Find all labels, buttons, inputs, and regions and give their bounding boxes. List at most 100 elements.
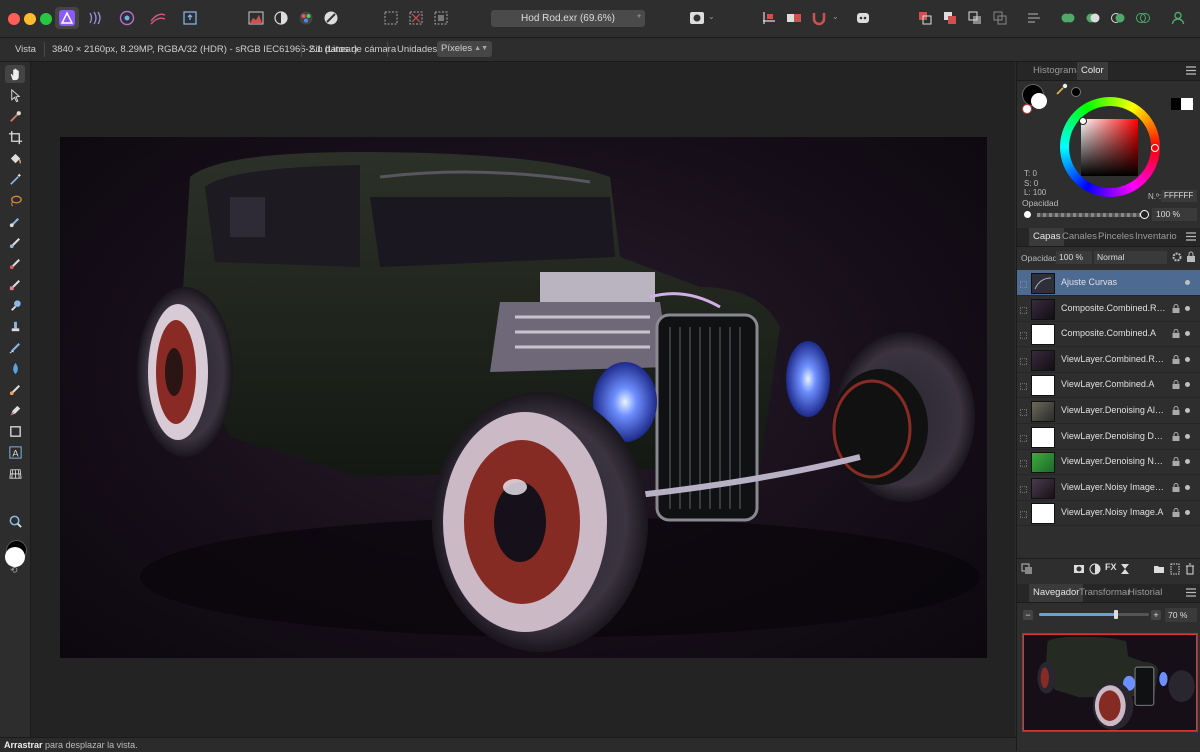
delete-layer-trash-icon[interactable] <box>1185 563 1195 575</box>
layer-lock-icon[interactable] <box>1172 406 1180 415</box>
layer-lock-icon[interactable] <box>1172 482 1180 492</box>
document-title[interactable]: Hod Rod.exr (69.6%) * <box>491 10 645 27</box>
layer-row[interactable]: ViewLayer.Noisy Image.RGB <box>1017 475 1200 501</box>
boolean-intersect-button[interactable] <box>1106 7 1130 29</box>
tool-pen[interactable] <box>5 401 25 419</box>
assistant-button[interactable] <box>807 7 831 29</box>
group-folder-icon[interactable] <box>1153 563 1165 575</box>
tone-mapping-persona-button[interactable] <box>146 7 170 29</box>
boolean-subtract-button[interactable] <box>1081 7 1105 29</box>
liquify-persona-button[interactable] <box>84 7 108 29</box>
no-color-icon[interactable] <box>1022 104 1032 114</box>
layer-row[interactable]: Composite.Combined.A <box>1017 321 1200 348</box>
tool-zoom[interactable] <box>5 512 25 530</box>
hsl-button[interactable] <box>294 7 318 29</box>
layer-row[interactable]: ViewLayer.Denoising Depth.[Z] <box>1017 424 1200 450</box>
tool-erase-brush[interactable] <box>5 275 25 293</box>
photo-persona-button[interactable] <box>55 7 79 29</box>
layer-visibility-dot[interactable] <box>1185 408 1190 413</box>
mask-layer-icon[interactable] <box>1073 563 1085 575</box>
tool-move[interactable] <box>5 86 25 104</box>
eyedropper-icon[interactable] <box>1055 82 1069 96</box>
deselect-button[interactable] <box>404 7 428 29</box>
tab-color[interactable]: Color <box>1077 62 1108 80</box>
zoom-slider[interactable] <box>1039 613 1149 616</box>
close-window-button[interactable] <box>8 13 20 25</box>
layer-visibility-dot[interactable] <box>1185 459 1190 465</box>
tool-flood-fill[interactable] <box>5 149 25 167</box>
zoom-window-button[interactable] <box>40 13 52 25</box>
user-account-button[interactable] <box>1166 7 1190 29</box>
zoom-out-button[interactable]: − <box>1023 610 1033 620</box>
visibility-icon[interactable] <box>1019 279 1028 289</box>
layer-mask-icon[interactable] <box>1019 356 1028 366</box>
layers-panel-menu-icon[interactable] <box>1186 232 1196 241</box>
zoom-value-input[interactable]: 70 % <box>1165 608 1197 622</box>
layer-opacity-input[interactable]: 100 % <box>1056 251 1092 264</box>
layer-lock-icon[interactable] <box>1186 251 1196 263</box>
tool-crop[interactable] <box>5 128 25 146</box>
tool-color-picker[interactable] <box>5 107 25 125</box>
tool-pixel-brush[interactable] <box>5 254 25 272</box>
primary-color-circle[interactable] <box>1031 93 1047 109</box>
recolor-button[interactable] <box>319 7 343 29</box>
layer-row[interactable]: Ajuste Curvas <box>1017 270 1200 296</box>
tool-rectangle[interactable] <box>5 422 25 440</box>
layer-visibility-dot[interactable] <box>1185 433 1190 439</box>
live-filter-fx-icon[interactable]: FX <box>1105 562 1117 572</box>
boolean-add-button[interactable] <box>1056 7 1080 29</box>
layer-row[interactable]: ViewLayer.Combined.A <box>1017 372 1200 399</box>
layer-visibility-dot[interactable] <box>1185 484 1190 490</box>
tool-selection-brush[interactable] <box>5 212 25 230</box>
layer-lock-icon[interactable] <box>1172 431 1180 441</box>
select-all-button[interactable] <box>379 7 403 29</box>
navigator-view-rectangle[interactable] <box>1023 634 1197 731</box>
tool-clone[interactable] <box>5 317 25 335</box>
force-pixel-alignment-button[interactable] <box>782 7 806 29</box>
navigator-preview[interactable] <box>1022 633 1198 732</box>
white-balance-button[interactable] <box>269 7 293 29</box>
move-to-back-button[interactable] <box>913 7 937 29</box>
layer-options-icon[interactable] <box>1021 563 1033 575</box>
quick-mask-button[interactable] <box>685 7 709 29</box>
tool-paint-brush[interactable] <box>5 233 25 251</box>
layer-lock-icon[interactable] <box>1172 354 1180 364</box>
layer-mask-icon[interactable] <box>1019 484 1028 494</box>
snapping-button[interactable] <box>757 7 781 29</box>
layer-lock-icon[interactable] <box>1172 380 1180 390</box>
swap-colors-icon[interactable]: ⟲ <box>10 565 18 576</box>
layer-mask-icon[interactable] <box>1019 407 1028 417</box>
tool-blur[interactable] <box>5 359 25 377</box>
layer-visibility-dot[interactable] <box>1185 382 1190 388</box>
color-panel-menu-icon[interactable] <box>1186 66 1196 75</box>
layer-row[interactable]: ViewLayer.Noisy Image.A <box>1017 500 1200 527</box>
layer-visibility-dot[interactable] <box>1185 280 1190 285</box>
primary-color-swatch[interactable] <box>5 547 25 567</box>
layer-mask-icon[interactable] <box>1019 330 1028 340</box>
layer-row[interactable]: ViewLayer.Combined.RGB <box>1017 347 1200 373</box>
layer-lock-icon[interactable] <box>1172 303 1180 313</box>
tool-smudge[interactable] <box>5 338 25 356</box>
opacity-slider-handle[interactable] <box>1140 210 1149 219</box>
units-select[interactable]: Píxeles ▲▼ <box>437 41 492 57</box>
hex-input[interactable]: FFFFFF <box>1161 190 1197 202</box>
zoom-in-button[interactable]: + <box>1151 610 1161 620</box>
layer-row[interactable]: ViewLayer.Denoising Albedo.RGB <box>1017 398 1200 424</box>
bw-white-swatch[interactable] <box>1181 98 1193 110</box>
layer-lock-icon[interactable] <box>1172 457 1180 467</box>
assistant-manager-button[interactable] <box>851 7 875 29</box>
layer-visibility-dot[interactable] <box>1185 356 1190 362</box>
zoom-slider-handle[interactable] <box>1114 610 1118 619</box>
color-picker-handle[interactable] <box>1079 117 1087 125</box>
tab-history[interactable]: Historial <box>1124 584 1166 602</box>
layer-visibility-dot[interactable] <box>1185 305 1190 311</box>
adjustment-layer-icon[interactable] <box>1089 563 1101 575</box>
assistant-dropdown-chevron-icon[interactable]: ⌄ <box>832 12 839 21</box>
export-persona-button[interactable] <box>178 7 202 29</box>
tool-text[interactable]: A <box>5 443 25 461</box>
layer-mask-icon[interactable] <box>1019 381 1028 391</box>
layer-row[interactable]: ViewLayer.Denoising Normal.RGB <box>1017 449 1200 476</box>
add-layer-icon[interactable] <box>1170 563 1180 575</box>
tool-mesh-warp[interactable] <box>5 464 25 482</box>
tab-stock[interactable]: Inventario <box>1131 228 1181 246</box>
